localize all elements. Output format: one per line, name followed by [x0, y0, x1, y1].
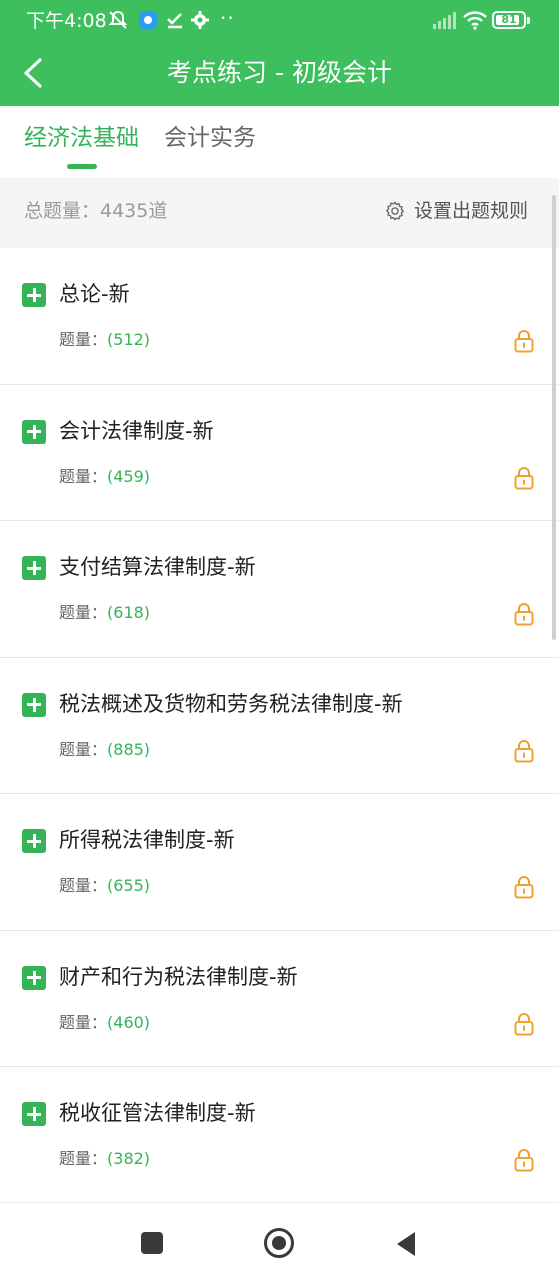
question-count: 题量：(618): [59, 602, 150, 624]
home-icon[interactable]: [264, 1228, 294, 1258]
app-notification-icon: [139, 11, 157, 29]
question-count: 题量：(459): [59, 466, 150, 488]
list-item[interactable]: 所得税法律制度-新 题量：(655): [0, 794, 559, 931]
summary-bar: 总题量：4435道 设置出题规则: [0, 178, 559, 248]
settings-status-icon: [191, 11, 209, 29]
question-count-label: 题量：: [59, 466, 108, 486]
question-count-value: (512): [107, 330, 151, 349]
page-title: 考点练习 - 初级会计: [167, 58, 392, 87]
status-bar: 下午4:08 ·· 81: [0, 0, 559, 40]
chapter-title: 会计法律制度-新: [59, 418, 214, 443]
total-question-count: 总题量：4435道: [24, 200, 168, 222]
question-count: 题量：(655): [59, 875, 150, 897]
expand-plus-icon[interactable]: [22, 419, 46, 444]
question-count-value: (460): [107, 1012, 151, 1032]
gear-icon: [386, 201, 404, 221]
question-count-label: 题量：: [59, 603, 108, 622]
screen: 下午4:08 ·· 81 考点练习 - 初级会计 经济法基础 会计实务 总题量：…: [0, 0, 559, 1280]
status-time: 下午4:08: [26, 10, 107, 32]
system-nav-bar: [0, 1202, 559, 1280]
question-count: 题量：(460): [59, 1012, 150, 1034]
question-count-value: (655): [107, 876, 151, 895]
mute-bell-icon: [108, 10, 128, 29]
expand-plus-icon[interactable]: [22, 829, 46, 853]
question-count: 题量：(885): [59, 739, 150, 761]
question-count-value: (885): [107, 739, 151, 759]
lock-icon[interactable]: [513, 1012, 535, 1036]
list-item[interactable]: 税收征管法律制度-新 题量：(382): [0, 1067, 559, 1202]
scrollbar[interactable]: [552, 195, 556, 640]
list-item[interactable]: 支付结算法律制度-新 题量：(618): [0, 521, 559, 658]
lock-icon[interactable]: [513, 602, 535, 626]
question-count-value: (618): [107, 603, 151, 622]
chapter-title: 总论-新: [59, 282, 130, 306]
question-count-label: 题量：: [59, 1149, 108, 1168]
list-item[interactable]: 税法概述及货物和劳务税法律制度-新 题量：(885): [0, 658, 559, 794]
chapter-title: 所得税法律制度-新: [59, 828, 235, 852]
battery-level: 81: [501, 13, 517, 26]
lock-icon[interactable]: [513, 466, 535, 490]
question-count-label: 题量：: [59, 330, 108, 349]
expand-plus-icon[interactable]: [22, 965, 46, 990]
task-check-icon: [167, 13, 182, 29]
question-count: 题量：(512): [59, 329, 150, 351]
question-count-value: (382): [107, 1149, 151, 1168]
question-count-label: 题量：: [59, 739, 108, 759]
expand-plus-icon[interactable]: [22, 692, 46, 717]
question-count: 题量：(382): [59, 1148, 150, 1170]
wifi-icon: [463, 11, 487, 30]
battery-icon: 81: [492, 11, 530, 29]
question-count-value: (459): [107, 466, 151, 486]
chapter-title: 支付结算法律制度-新: [59, 555, 256, 579]
lock-icon[interactable]: [513, 329, 535, 353]
chapter-title: 税收征管法律制度-新: [59, 1101, 256, 1125]
lock-icon[interactable]: [513, 739, 535, 763]
top-bar: 下午4:08 ·· 81 考点练习 - 初级会计: [0, 0, 559, 106]
set-question-rules-label: 设置出题规则: [414, 200, 529, 222]
expand-plus-icon[interactable]: [22, 556, 46, 580]
app-bar: 考点练习 - 初级会计: [0, 40, 559, 106]
expand-plus-icon[interactable]: [22, 283, 46, 307]
tab-accounting-practice[interactable]: 会计实务: [164, 122, 256, 154]
list-item[interactable]: 会计法律制度-新 题量：(459): [0, 385, 559, 521]
lock-icon[interactable]: [513, 1148, 535, 1172]
question-count-label: 题量：: [59, 876, 108, 895]
tab-economic-law[interactable]: 经济法基础: [24, 122, 139, 154]
active-tab-indicator: [67, 164, 97, 169]
list-item[interactable]: 财产和行为税法律制度-新 题量：(460): [0, 931, 559, 1067]
more-notifications-indicator: ··: [220, 6, 235, 30]
subject-tabs: 经济法基础 会计实务: [0, 106, 559, 178]
chapter-title: 财产和行为税法律制度-新: [59, 964, 298, 989]
back-icon[interactable]: [395, 1231, 417, 1257]
lock-icon[interactable]: [513, 875, 535, 899]
recent-apps-icon[interactable]: [141, 1232, 163, 1254]
expand-plus-icon[interactable]: [22, 1102, 46, 1126]
signal-icon: [433, 12, 456, 29]
question-count-label: 题量：: [59, 1012, 108, 1032]
list-item[interactable]: 总论-新题量：(512): [0, 248, 559, 385]
chapter-list: 总论-新 题量：(512) 会计法律制度-新 题量：(459) 支付结算法律制度-新 题量…: [0, 248, 559, 1202]
set-question-rules-button[interactable]: 设置出题规则: [384, 198, 528, 224]
chapter-title: 税法概述及货物和劳务税法律制度-新: [59, 691, 403, 716]
